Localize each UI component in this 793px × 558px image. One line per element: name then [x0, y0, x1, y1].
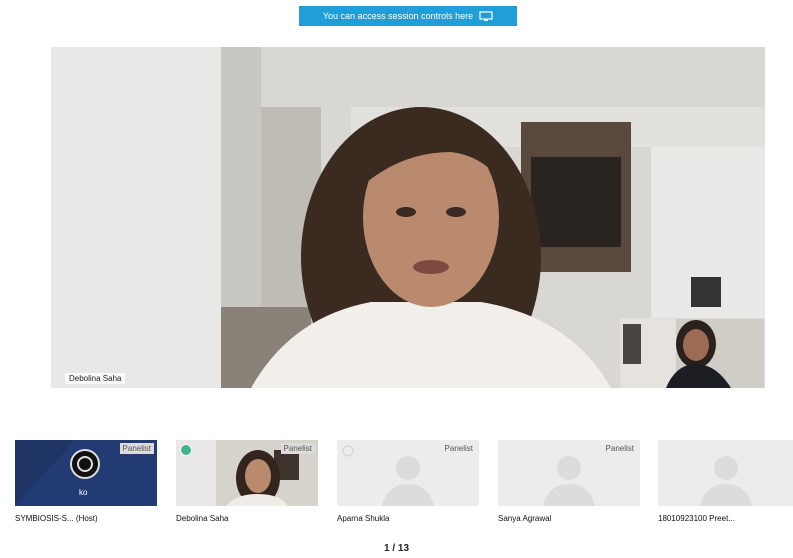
tile-text: ko: [79, 488, 88, 497]
self-view-video[interactable]: [620, 318, 765, 388]
participant-tile-sanya[interactable]: Panelist: [498, 440, 640, 506]
participant-name: Aparna Shukla: [337, 514, 390, 523]
self-view-feed: [621, 319, 764, 388]
participant-name: SYMBIOSIS-S... (Host): [15, 514, 98, 523]
participant-name: Debolina Saha: [176, 514, 229, 523]
session-controls-banner[interactable]: You can access session controls here: [299, 6, 517, 26]
participant-strip: Panelist ko SYMBIOSIS-S... (Host) Paneli…: [15, 440, 793, 530]
monitor-icon: [479, 10, 493, 21]
page-indicator[interactable]: 1 / 13: [0, 543, 793, 554]
panelist-badge: Panelist: [605, 444, 634, 453]
participant-tile-preet[interactable]: [658, 440, 793, 506]
participant-name: 18010923100 Preet...: [658, 514, 735, 523]
participant-tile-host[interactable]: Panelist ko: [15, 440, 157, 506]
main-video[interactable]: Debolina Saha: [51, 47, 765, 388]
panelist-badge: Panelist: [280, 443, 315, 454]
avatar-placeholder-icon: [658, 440, 793, 506]
panelist-badge: Panelist: [119, 443, 154, 454]
participant-tile-aparna[interactable]: Panelist: [337, 440, 479, 506]
banner-text: You can access session controls here: [322, 11, 474, 21]
participant-tile-debolina[interactable]: Panelist: [176, 440, 318, 506]
panelist-badge: Panelist: [444, 444, 473, 453]
active-speaker-icon: [180, 444, 192, 456]
speaker-name-label: Debolina Saha: [65, 373, 126, 384]
participant-name: Sanya Agrawal: [498, 514, 552, 523]
